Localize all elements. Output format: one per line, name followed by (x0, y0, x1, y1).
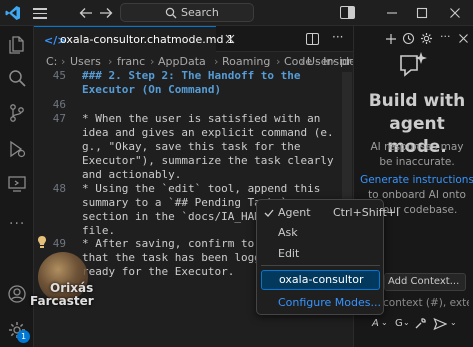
code-line[interactable]: * Using the `edit` tool, append this (82, 182, 320, 195)
breadcrumb-item[interactable]: Roaming (222, 55, 270, 68)
tab-label: oxala-consultor.chatmode.md 1 (60, 33, 234, 46)
menu-item-edit[interactable]: Edit (261, 244, 380, 264)
explorer-icon[interactable] (7, 34, 27, 54)
code-line[interactable]: and actionably. (82, 168, 181, 181)
send-options-chevron-icon[interactable]: ⌄ (450, 318, 457, 327)
code-line[interactable]: Executor"), summarize the task clearly (82, 154, 334, 167)
chat-mode-menu: Agent Ctrl+Shift+I Ask Edit oxala-consul… (256, 199, 399, 315)
code-line[interactable]: * When the user is satisfied with an (82, 112, 320, 125)
model-picker[interactable]: G (395, 318, 403, 329)
menu-item-oxala-consultor[interactable]: oxala-consultor (261, 270, 380, 290)
chat-toggle-icon[interactable] (340, 6, 355, 19)
new-chat-icon[interactable] (385, 33, 397, 45)
update-badge: 1 (17, 330, 30, 343)
code-line[interactable]: ### 2. Step 2: The Handoff to the (82, 69, 301, 82)
menu-item-agent[interactable]: Agent Ctrl+Shift+I (261, 203, 399, 223)
breadcrumb-item[interactable]: pr (340, 55, 352, 68)
watermark-line2: Farcaster (30, 294, 94, 308)
activity-bar: ··· 1 (0, 26, 34, 347)
run-debug-icon[interactable] (7, 139, 27, 159)
mode-picker-chevron-icon: ⌄ (381, 318, 388, 327)
code-line[interactable]: file. (82, 224, 115, 237)
mode-picker[interactable]: A (372, 318, 379, 329)
send-icon[interactable] (433, 317, 447, 331)
more-actions-icon[interactable]: ··· (332, 30, 343, 44)
model-picker-chevron-icon: ⌄ (403, 318, 410, 327)
open-preview-icon[interactable] (306, 33, 319, 45)
maximize-icon[interactable] (415, 6, 429, 20)
line-number: 48 (52, 182, 66, 195)
menu-hamburger-icon[interactable] (33, 7, 47, 19)
lightbulb-icon[interactable] (37, 235, 47, 249)
menu-item-label: Configure Modes... (278, 296, 382, 309)
accounts-icon[interactable] (7, 284, 27, 304)
editor-tab[interactable]: </> oxala-consultor.chatmode.md 1 (34, 26, 234, 52)
code-line[interactable]: g., "Okay, save this task for the (82, 140, 301, 153)
close-tab-icon[interactable] (224, 33, 236, 45)
code-line[interactable]: ready for the Executor. (82, 265, 234, 278)
menu-item-configure-modes[interactable]: Configure Modes... (261, 293, 382, 313)
line-number: 45 (52, 69, 66, 82)
close-panel-icon[interactable] (457, 32, 470, 45)
breadcrumb-item[interactable]: C: (46, 55, 57, 68)
editor-tab-bar: </> oxala-consultor.chatmode.md 1 ··· (34, 26, 353, 52)
breadcrumb-item[interactable]: Users (70, 55, 101, 68)
line-number: 46 (52, 98, 66, 111)
breadcrumb-item[interactable]: franc (117, 55, 145, 68)
generate-instructions-link[interactable]: Generate instructions (360, 174, 473, 186)
chat-settings-icon[interactable] (420, 32, 433, 45)
chat-more-icon[interactable]: ··· (440, 30, 451, 43)
code-line[interactable]: * After saving, confirm to the (82, 237, 281, 250)
menu-item-shortcut: Ctrl+Shift+I (333, 206, 400, 219)
search-label: Search (181, 6, 219, 19)
watermark-line1: Orixás (50, 281, 94, 295)
search-view-icon[interactable] (7, 68, 27, 88)
source-control-icon[interactable] (7, 103, 27, 123)
breadcrumb-item[interactable]: User (307, 55, 332, 68)
add-context-button[interactable]: Add Context... (384, 273, 466, 291)
minimize-icon[interactable] (385, 6, 399, 20)
breadcrumb-item[interactable]: AppData (158, 55, 206, 68)
chat-input[interactable]: context (#), exter (383, 297, 469, 309)
menu-item-ask[interactable]: Ask (261, 223, 380, 243)
forward-arrow-icon[interactable] (99, 7, 113, 19)
code-line[interactable]: idea and gives an explicit command (e. (82, 126, 334, 139)
back-arrow-icon[interactable] (79, 7, 93, 19)
title-bar: Search (0, 0, 473, 26)
search-icon (165, 7, 177, 19)
code-line[interactable]: that the task has been logged (82, 251, 274, 264)
command-center-search[interactable]: Search (120, 3, 254, 22)
tools-icon[interactable] (413, 317, 427, 331)
menu-item-label: oxala-consultor (279, 273, 364, 286)
menu-item-label: Edit (278, 247, 300, 260)
close-window-icon[interactable] (448, 6, 462, 20)
code-line[interactable]: Executor (On Command) (82, 83, 221, 96)
remote-explorer-icon[interactable] (7, 174, 27, 194)
more-views-icon[interactable]: ··· (9, 216, 25, 232)
menu-divider (261, 265, 380, 266)
history-icon[interactable] (402, 32, 415, 45)
checkmark-icon (264, 209, 274, 217)
menu-item-label: Agent (278, 206, 311, 219)
vscode-logo-icon (5, 6, 20, 20)
sparkle-chat-icon (400, 52, 427, 77)
code-line[interactable]: section in the `docs/IA_HANDOF (82, 210, 281, 223)
chat-subtitle: AI responses may be inaccurate. (370, 141, 464, 168)
menu-item-label: Ask (278, 226, 298, 239)
line-number: 47 (52, 112, 66, 125)
